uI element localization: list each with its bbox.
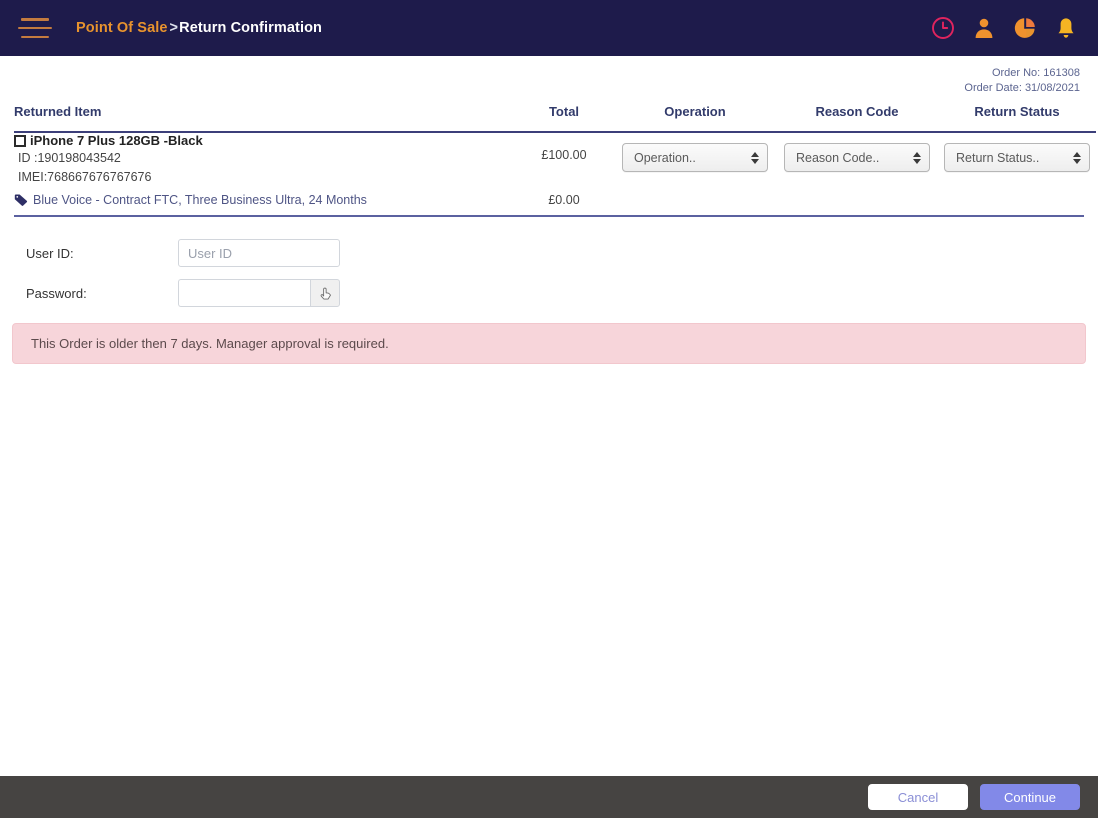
chevron-updown-icon [913, 151, 921, 164]
alert-message: This Order is older then 7 days. Manager… [31, 336, 389, 351]
column-header-reason-code: Reason Code [776, 98, 938, 133]
reason-code-dropdown[interactable]: Reason Code.. [784, 143, 930, 172]
breadcrumb: Point Of Sale >Return Confirmation [76, 20, 322, 36]
user-id-input[interactable] [178, 239, 340, 267]
table-body: iPhone 7 Plus 128GB -Black ID :190198043… [14, 132, 1096, 215]
cancel-button[interactable]: Cancel [868, 784, 968, 810]
password-input[interactable] [178, 279, 310, 307]
user-id-row: User ID: [26, 239, 1084, 267]
table-row: iPhone 7 Plus 128GB -Black ID :190198043… [14, 132, 1096, 187]
cell-bundle-status [938, 187, 1096, 215]
cell-return-status: Return Status.. [938, 132, 1096, 187]
item-select-checkbox[interactable] [14, 135, 26, 147]
column-header-total: Total [514, 98, 614, 133]
hamburger-line [21, 35, 49, 38]
return-status-dropdown-label: Return Status.. [956, 150, 1040, 165]
table-row-bundle: Blue Voice - Contract FTC, Three Busines… [14, 187, 1096, 215]
cell-bundle-reason [776, 187, 938, 215]
cell-item-details: iPhone 7 Plus 128GB -Black ID :190198043… [14, 132, 514, 187]
breadcrumb-separator: > [169, 20, 179, 36]
operation-dropdown[interactable]: Operation.. [622, 143, 768, 172]
chevron-updown-icon [751, 151, 759, 164]
table-header-row: Returned Item Total Operation Reason Cod… [14, 98, 1096, 133]
table-header: Returned Item Total Operation Reason Cod… [14, 98, 1096, 133]
clock-icon[interactable] [931, 16, 955, 40]
password-reveal-button[interactable] [310, 279, 340, 307]
returned-items-table: Returned Item Total Operation Reason Cod… [14, 98, 1096, 215]
hamburger-line [18, 26, 52, 30]
main-content: Returned Item Total Operation Reason Cod… [0, 98, 1098, 307]
breadcrumb-item-return-confirmation: Return Confirmation [179, 20, 322, 36]
tag-icon [14, 194, 28, 206]
hand-pointer-icon [320, 287, 331, 299]
cell-reason-code: Reason Code.. [776, 132, 938, 187]
approval-form: User ID: Password: [14, 217, 1084, 307]
chevron-updown-icon [1073, 151, 1081, 164]
order-meta: Order No: 161308 Order Date: 31/08/2021 [0, 56, 1098, 98]
return-status-dropdown[interactable]: Return Status.. [944, 143, 1090, 172]
topbar-icon-group [931, 16, 1078, 40]
column-header-return-status: Return Status [938, 98, 1096, 133]
cell-operation: Operation.. [614, 132, 776, 187]
cell-bundle-name: Blue Voice - Contract FTC, Three Busines… [14, 187, 514, 215]
user-id-label: User ID: [26, 245, 74, 261]
item-imei: IMEI:768667676767676 [18, 170, 152, 184]
operation-dropdown-label: Operation.. [634, 150, 696, 165]
column-header-returned-item: Returned Item [14, 98, 514, 133]
user-icon[interactable] [972, 16, 996, 40]
order-number: Order No: 161308 [991, 67, 1080, 79]
order-date: Order Date: 31/08/2021 [964, 82, 1080, 94]
bell-icon[interactable] [1054, 16, 1078, 40]
item-name: iPhone 7 Plus 128GB -Black [30, 133, 203, 148]
cell-bundle-operation [614, 187, 776, 215]
password-label: Password: [26, 285, 87, 301]
footer-action-bar: Cancel Continue [0, 776, 1098, 818]
item-name-row: iPhone 7 Plus 128GB -Black [14, 133, 514, 149]
manager-approval-alert: This Order is older then 7 days. Manager… [12, 323, 1086, 364]
item-id: ID :190198043542 [18, 151, 121, 165]
pie-chart-icon[interactable] [1013, 16, 1037, 40]
cell-bundle-total: £0.00 [548, 193, 580, 207]
reason-code-dropdown-label: Reason Code.. [796, 150, 880, 165]
hamburger-line [21, 18, 49, 21]
top-navigation-bar: Point Of Sale >Return Confirmation [0, 0, 1098, 56]
continue-button[interactable]: Continue [980, 784, 1080, 810]
bundle-name-row: Blue Voice - Contract FTC, Three Busines… [14, 193, 514, 207]
bundle-name[interactable]: Blue Voice - Contract FTC, Three Busines… [33, 193, 367, 207]
cell-item-total: £100.00 [541, 148, 587, 162]
column-header-operation: Operation [614, 98, 776, 133]
password-row: Password: [26, 279, 1084, 307]
breadcrumb-item-point-of-sale[interactable]: Point Of Sale [76, 20, 168, 36]
hamburger-menu-icon[interactable] [18, 15, 52, 41]
password-input-group [178, 279, 340, 307]
